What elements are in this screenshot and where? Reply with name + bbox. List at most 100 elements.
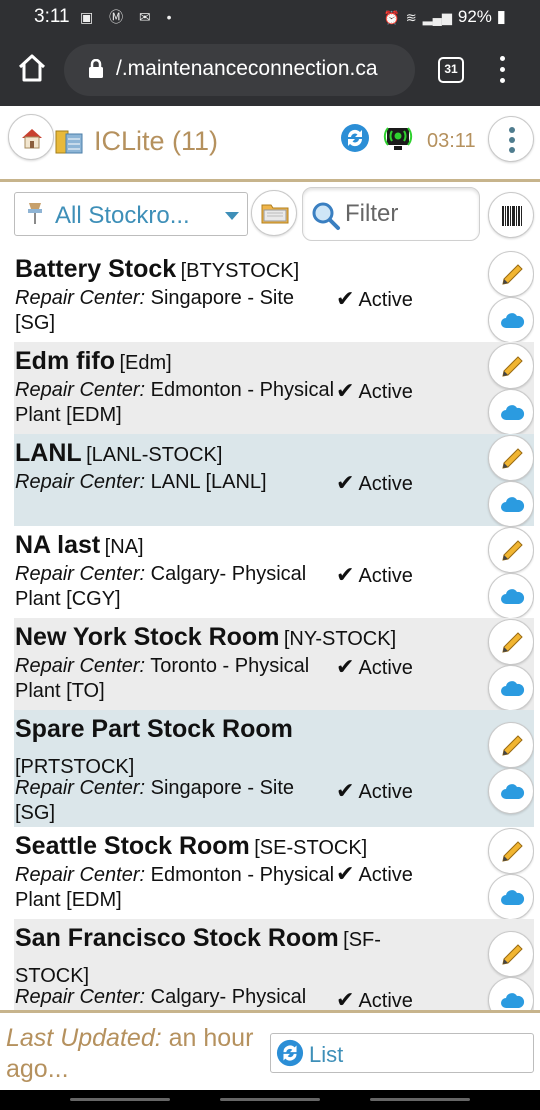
stockroom-name: Spare Part Stock Room <box>15 715 293 743</box>
barcode-scan-button[interactable] <box>488 192 534 238</box>
browser-menu-icon[interactable] <box>496 56 508 86</box>
stockroom-code: [SE-STOCK] <box>254 837 368 859</box>
list-item[interactable]: NA last [NA] Repair Center: Calgary- Phy… <box>14 526 534 619</box>
nav-back[interactable] <box>370 1098 470 1101</box>
cloud-button[interactable] <box>488 481 534 527</box>
edit-button[interactable] <box>488 619 534 665</box>
stockroom-name: Edm fifo <box>15 347 115 375</box>
status-active: ✔ Active <box>336 470 413 495</box>
cloud-button[interactable] <box>488 297 534 343</box>
url-text: /.maintenanceconnection.ca <box>116 57 378 80</box>
sync-icon[interactable] <box>340 123 370 153</box>
cloud-icon <box>501 589 525 604</box>
edit-button[interactable] <box>488 722 534 768</box>
nav-recents[interactable] <box>70 1098 170 1101</box>
edit-button[interactable] <box>488 527 534 573</box>
cloud-button[interactable] <box>488 665 534 711</box>
chevron-down-icon <box>225 212 239 220</box>
pencil-icon <box>502 944 523 965</box>
pushpin-icon <box>28 203 42 224</box>
stockroom-select[interactable]: All Stockro... <box>14 192 248 236</box>
repair-center-label: Repair Center: <box>15 986 146 1008</box>
battery-percent: 92% <box>457 7 492 26</box>
stockroom-select-value: All Stockro... <box>55 202 190 229</box>
stockroom-code: [LANL-STOCK] <box>86 444 223 466</box>
cloud-button[interactable] <box>488 389 534 435</box>
signal-icon: ▂▄▆ <box>422 10 452 25</box>
connection-icon <box>383 127 413 150</box>
repair-center-label: Repair Center: <box>15 287 146 309</box>
check-icon: ✔ <box>336 861 355 886</box>
wifi-icon: ≋ <box>405 10 417 25</box>
refresh-icon <box>276 1039 304 1067</box>
kebab-icon <box>509 127 515 157</box>
list-item[interactable]: Seattle Stock Room [SE-STOCK] Repair Cen… <box>14 827 534 920</box>
filter-box[interactable] <box>302 187 480 241</box>
nav-home[interactable] <box>220 1098 320 1101</box>
edit-button[interactable] <box>488 435 534 481</box>
edit-button[interactable] <box>488 251 534 297</box>
tabs-button[interactable]: 31 <box>438 57 464 83</box>
home-button[interactable] <box>8 114 54 160</box>
cloud-icon <box>501 993 525 1008</box>
url-bar[interactable]: /.maintenanceconnection.ca <box>64 44 415 96</box>
edit-button[interactable] <box>488 931 534 977</box>
stockroom-name: Seattle Stock Room <box>15 832 250 860</box>
stockroom-code: [Edm] <box>119 352 172 374</box>
check-icon: ✔ <box>336 286 355 311</box>
cloud-icon <box>501 681 525 696</box>
clock-text: 03:11 <box>427 130 476 152</box>
app-menu-button[interactable] <box>488 116 534 162</box>
repair-center-label: Repair Center: <box>15 864 146 886</box>
list-item[interactable]: Spare Part Stock Room [PRTSTOCK] Repair C… <box>14 710 534 827</box>
stockroom-name: Battery Stock <box>15 255 177 283</box>
status-bar: 3:11 ▣ Ⓜ ✉ • ⏰ ≋ ▂▄▆ 92% ▮ <box>0 0 540 34</box>
status-active: ✔ Active <box>336 286 413 311</box>
check-icon: ✔ <box>336 987 355 1010</box>
list-button[interactable]: List <box>270 1033 534 1073</box>
browser-home-icon[interactable] <box>16 52 48 84</box>
list-item[interactable]: Battery Stock [BTYSTOCK] Repair Center: … <box>14 250 534 343</box>
list-button-label: List <box>309 1042 344 1067</box>
status-active: ✔ Active <box>336 987 413 1010</box>
list-item[interactable]: LANL [LANL-STOCK] Repair Center: LANL [L… <box>14 434 534 527</box>
cloud-button[interactable] <box>488 977 534 1010</box>
edit-button[interactable] <box>488 828 534 874</box>
list-item[interactable]: New York Stock Room [NY-STOCK] Repair Ce… <box>14 618 534 711</box>
pencil-icon <box>502 448 523 469</box>
check-icon: ✔ <box>336 378 355 403</box>
check-icon: ✔ <box>336 778 355 803</box>
edit-button[interactable] <box>488 343 534 389</box>
cloud-icon <box>501 497 525 512</box>
repair-center-label: Repair Center: <box>15 777 146 799</box>
cloud-button[interactable] <box>488 874 534 920</box>
cloud-button[interactable] <box>488 768 534 814</box>
repair-center-label: Repair Center: <box>15 379 146 401</box>
stockroom-code: [NY-STOCK] <box>283 628 397 650</box>
alarm-icon: ⏰ <box>383 10 400 25</box>
pencil-icon <box>502 356 523 377</box>
lock-icon <box>89 59 103 78</box>
pencil-icon <box>502 540 523 561</box>
repair-center-label: Repair Center: <box>15 655 146 677</box>
last-updated-label: Last Updated: <box>6 1024 162 1052</box>
stockroom-code: [PRTSTOCK] <box>15 756 135 778</box>
folder-button[interactable] <box>251 190 297 236</box>
list-item[interactable]: San Francisco Stock Room [SF-STOCK] Repa… <box>14 919 534 1010</box>
filter-input[interactable] <box>345 198 475 230</box>
list-item[interactable]: Edm fifo [Edm] Repair Center: Edmonton -… <box>14 342 534 435</box>
browser-bar: /.maintenanceconnection.ca 31 <box>0 34 540 106</box>
folder-icon <box>261 204 289 224</box>
check-icon: ✔ <box>336 654 355 679</box>
status-active: ✔ Active <box>336 861 413 886</box>
cloud-icon <box>501 784 525 799</box>
stockroom-icon <box>55 130 83 154</box>
status-active: ✔ Active <box>336 562 413 587</box>
check-icon: ✔ <box>336 470 355 495</box>
stockroom-name: San Francisco Stock Room <box>15 924 339 952</box>
cloud-button[interactable] <box>488 573 534 619</box>
app-header: ICLite (11) 03:11 <box>0 106 540 182</box>
repair-center-label: Repair Center: <box>15 471 146 493</box>
cloud-icon <box>501 890 525 905</box>
footer: Last Updated: an hour ago... List <box>0 1010 540 1090</box>
